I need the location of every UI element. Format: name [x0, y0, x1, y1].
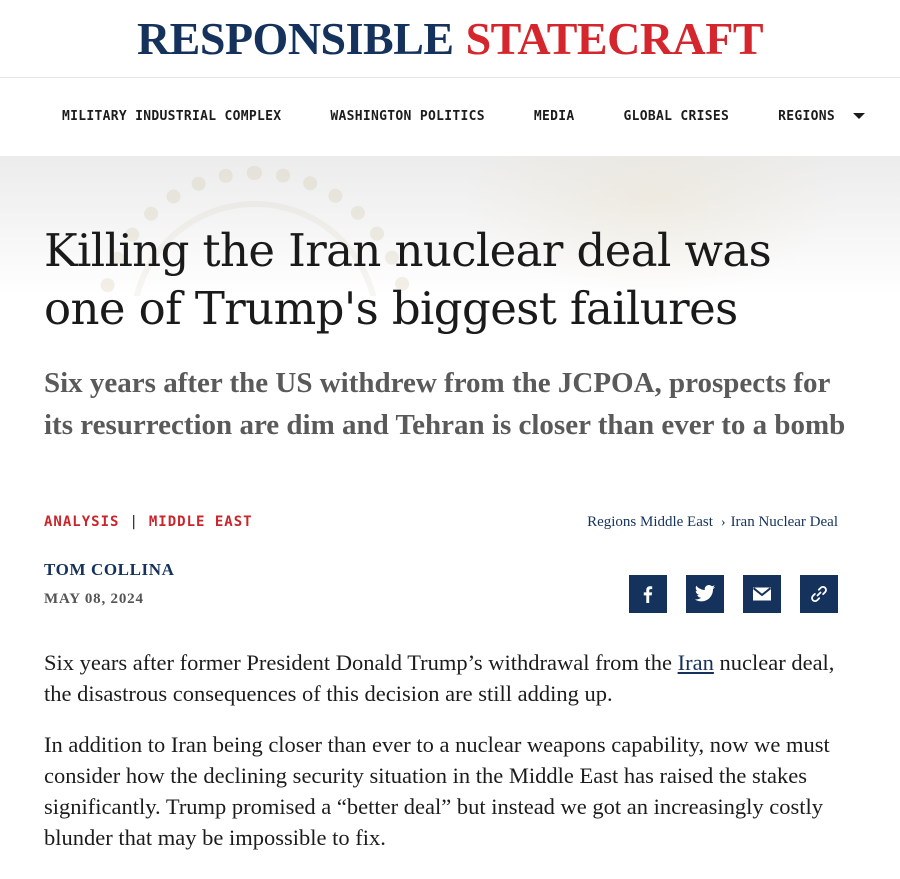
share-twitter-button[interactable]	[686, 575, 724, 613]
link-icon	[811, 586, 827, 602]
copy-link-button[interactable]	[800, 575, 838, 613]
iran-link[interactable]: Iran	[678, 650, 714, 675]
share-facebook-button[interactable]	[629, 575, 667, 613]
facebook-icon	[643, 586, 653, 603]
logo-responsible[interactable]: RESPONSIBLE	[137, 13, 454, 64]
article-title: Killing the Iran nuclear deal was one of…	[44, 224, 772, 335]
article-body: Six years after former President Donald …	[44, 647, 859, 873]
tag-separator: |	[129, 514, 139, 530]
chevron-down-icon	[853, 113, 866, 119]
main-nav: MILITARY INDUSTRIAL COMPLEX WASHINGTON P…	[0, 78, 900, 154]
share-buttons	[629, 575, 838, 613]
email-icon	[752, 587, 772, 601]
site-header: RESPONSIBLE STATECRAFT	[0, 0, 900, 78]
breadcrumb-iran-nuclear-deal[interactable]: Iran Nuclear Deal	[731, 514, 838, 531]
nav-washington-politics[interactable]: WASHINGTON POLITICS	[330, 109, 484, 124]
publish-date: MAY 08, 2024	[44, 591, 144, 607]
logo-statecraft[interactable]: STATECRAFT	[466, 13, 764, 64]
nav-military-industrial-complex[interactable]: MILITARY INDUSTRIAL COMPLEX	[62, 109, 281, 124]
nav-media[interactable]: MEDIA	[534, 109, 575, 124]
twitter-icon	[694, 585, 716, 602]
chevron-right-icon: ›	[720, 514, 726, 530]
tag-analysis[interactable]: ANALYSIS	[44, 514, 119, 530]
breadcrumb: Regions Middle East › Iran Nuclear Deal	[587, 514, 838, 531]
nav-regions[interactable]: REGIONS	[778, 108, 866, 124]
breadcrumb-regions-middle-east[interactable]: Regions Middle East	[587, 514, 713, 531]
paragraph-1-text-start: Six years after former President Donald …	[44, 650, 678, 675]
article-tags: ANALYSIS | MIDDLE EAST	[44, 514, 253, 530]
paragraph-2: In addition to Iran being closer than ev…	[44, 732, 830, 850]
tag-middle-east[interactable]: MIDDLE EAST	[149, 514, 253, 530]
author-name[interactable]: TOM COLLINA	[44, 560, 175, 580]
nav-global-crises[interactable]: GLOBAL CRISES	[623, 109, 729, 124]
nav-regions-label: REGIONS	[778, 108, 836, 124]
site-logo[interactable]: RESPONSIBLE STATECRAFT	[137, 13, 764, 64]
article-subtitle: Six years after the US withdrew from the…	[44, 367, 846, 441]
paragraph-1: Six years after former President Donald …	[44, 647, 859, 709]
share-email-button[interactable]	[743, 575, 781, 613]
